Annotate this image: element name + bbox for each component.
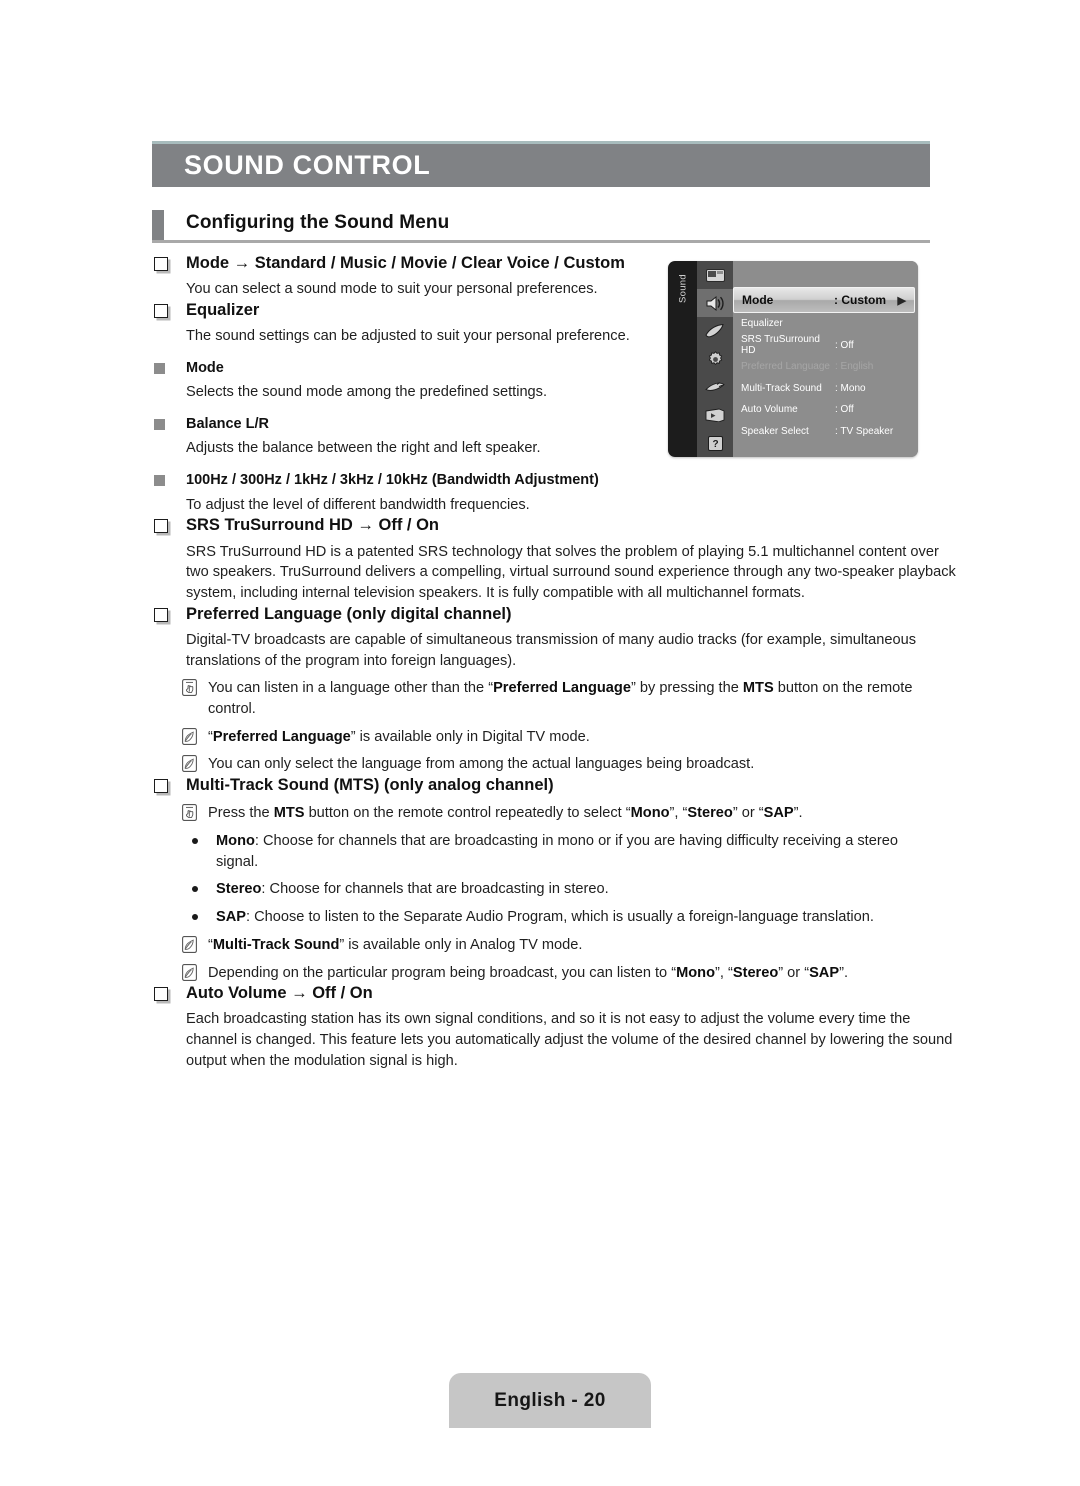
heading-mode: Mode → Standard / Music / Movie / Clear … [152, 253, 930, 274]
note-text: Press the MTS button on the remote contr… [208, 805, 803, 822]
pencil-note-icon [182, 935, 197, 953]
body-mode: You can select a sound mode to suit your… [186, 281, 598, 298]
block-srs-trusurround: SRS TruSurround HD → Off / On SRS TruSur… [152, 515, 956, 603]
bullet-mts-mono: Mono: Choose for channels that are broad… [152, 831, 930, 872]
heading-text: SRS TruSurround HD → Off / On [186, 516, 439, 535]
subheading-equalizer-mode: Mode [152, 359, 930, 378]
body-preferred-language: Digital-TV broadcasts are capable of sim… [186, 631, 917, 669]
note-mts-2: “Multi-Track Sound” is available only in… [152, 935, 930, 956]
footer-page-label: English - 20 [494, 1389, 606, 1411]
note-text: You can only select the language from am… [208, 756, 755, 773]
body-bandwidth-adjustment: To adjust the level of different bandwid… [186, 496, 530, 513]
heading-text: Auto Volume → Off / On [186, 984, 373, 1003]
dot-bullet-icon [192, 837, 198, 844]
body-balance-lr: Adjusts the balance between the right an… [186, 440, 541, 457]
heading-text: Equalizer [186, 300, 260, 319]
section-title: Configuring the Sound Menu [186, 212, 450, 233]
bullet-text: Mono: Choose for channels that are broad… [216, 832, 898, 870]
checkbox-bullet-icon [154, 779, 168, 794]
body-srs-trusurround: SRS TruSurround HD is a patented SRS tec… [186, 543, 956, 601]
note-mts-3: Depending on the particular program bein… [152, 963, 930, 984]
footer-page-tag: English - 20 [449, 1373, 651, 1428]
note-preferred-language-2: “Preferred Language” is available only i… [152, 727, 930, 748]
heading-srs-trusurround: SRS TruSurround HD → Off / On [152, 515, 930, 536]
section-heading: Configuring the Sound Menu [152, 210, 930, 244]
square-bullet-icon [154, 418, 165, 430]
section-tab-marker [152, 210, 164, 240]
note-mts-1: Press the MTS button on the remote contr… [152, 803, 930, 824]
note-text: “Multi-Track Sound” is available only in… [208, 936, 583, 953]
body-equalizer: The sound settings can be adjusted to su… [186, 327, 630, 344]
dot-bullet-icon [192, 886, 198, 893]
pencil-note-icon [182, 755, 197, 773]
checkbox-bullet-icon [154, 519, 168, 534]
body-equalizer-mode: Selects the sound mode among the predefi… [186, 384, 548, 401]
subheading-bandwidth-adjustment: 100Hz / 300Hz / 1kHz / 3kHz / 10kHz (Ban… [152, 471, 930, 490]
pencil-note-icon [182, 727, 197, 745]
pencil-note-icon [182, 963, 197, 981]
chapter-banner: SOUND CONTROL [152, 141, 930, 187]
subheading-text: 100Hz / 300Hz / 1kHz / 3kHz / 10kHz (Ban… [186, 472, 599, 489]
bullet-mts-stereo: Stereo: Choose for channels that are bro… [152, 879, 930, 900]
heading-auto-volume: Auto Volume → Off / On [152, 983, 930, 1004]
block-auto-volume: Auto Volume → Off / On Each broadcasting… [152, 983, 952, 1071]
note-preferred-language-3: You can only select the language from am… [152, 754, 930, 775]
square-bullet-icon [154, 475, 165, 487]
note-text: “Preferred Language” is available only i… [208, 728, 590, 745]
checkbox-bullet-icon [154, 303, 168, 318]
heading-equalizer: Equalizer [152, 300, 930, 321]
hand-note-icon [182, 679, 197, 697]
heading-text: Mode → Standard / Music / Movie / Clear … [186, 254, 625, 272]
subheading-balance-lr: Balance L/R [152, 415, 930, 434]
body-auto-volume: Each broadcasting station has its own si… [186, 1011, 953, 1069]
subheading-text: Balance L/R [186, 415, 269, 432]
chapter-title: SOUND CONTROL [184, 150, 431, 180]
heading-multi-track-sound: Multi-Track Sound (MTS) (only analog cha… [152, 775, 930, 796]
note-text: You can listen in a language other than … [208, 680, 913, 717]
heading-text: Preferred Language (only digital channel… [186, 604, 512, 623]
bullet-mts-sap: SAP: Choose to listen to the Separate Au… [152, 907, 930, 928]
block-multi-track-sound: Multi-Track Sound (MTS) (only analog cha… [152, 775, 930, 983]
dot-bullet-icon [192, 914, 198, 921]
block-equalizer: Equalizer The sound settings can be adju… [152, 300, 930, 516]
checkbox-bullet-icon [154, 987, 168, 1002]
checkbox-bullet-icon [154, 257, 168, 271]
bullet-text: Stereo: Choose for channels that are bro… [216, 881, 609, 898]
manual-page: SOUND CONTROL Configuring the Sound Menu… [0, 0, 1080, 1486]
block-preferred-language: Preferred Language (only digital channel… [152, 604, 930, 775]
block-mode: Mode → Standard / Music / Movie / Clear … [152, 253, 930, 300]
note-preferred-language-1: You can listen in a language other than … [152, 678, 930, 719]
heading-preferred-language: Preferred Language (only digital channel… [152, 604, 930, 625]
bullet-text: SAP: Choose to listen to the Separate Au… [216, 909, 874, 926]
checkbox-bullet-icon [154, 607, 168, 622]
section-divider [152, 240, 930, 243]
subheading-text: Mode [186, 359, 224, 376]
hand-note-icon [182, 804, 197, 822]
heading-text: Multi-Track Sound (MTS) (only analog cha… [186, 776, 554, 795]
square-bullet-icon [154, 362, 165, 374]
note-text: Depending on the particular program bein… [208, 964, 849, 981]
page-content: Mode → Standard / Music / Movie / Clear … [152, 253, 956, 1072]
